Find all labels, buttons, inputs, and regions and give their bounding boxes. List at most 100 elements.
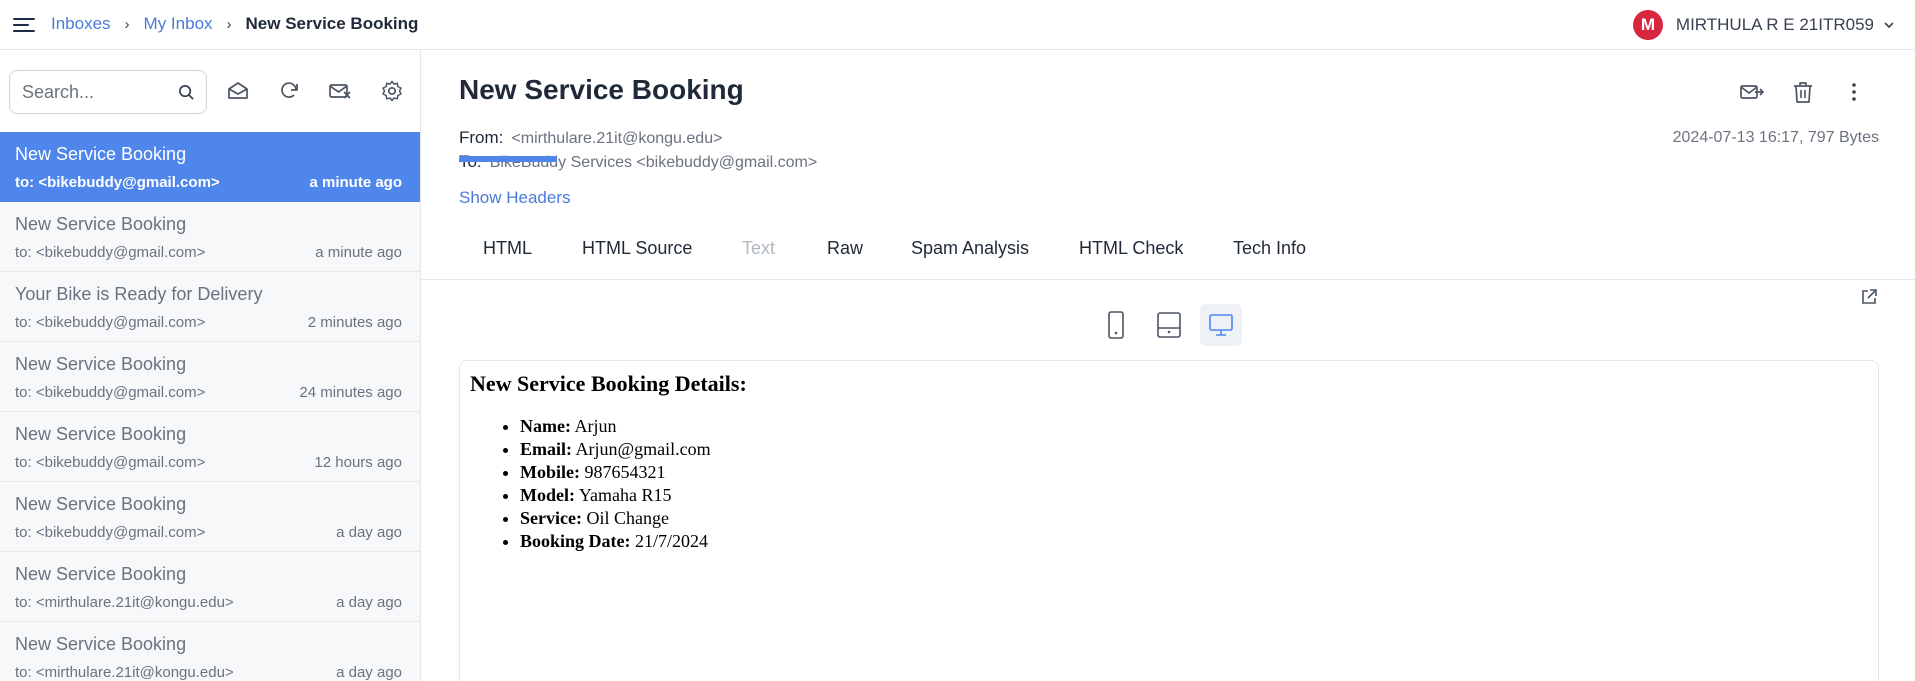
from-row: From: <mirthulare.21it@kongu.edu>	[459, 128, 722, 148]
detail-email: Email: Arjun@gmail.com	[520, 438, 711, 461]
desktop-view-button[interactable]	[1200, 304, 1242, 346]
clear-inbox-icon[interactable]	[328, 79, 352, 103]
message-recipient: to: <mirthulare.21it@kongu.edu>	[15, 664, 234, 681]
detail-label: Email:	[520, 439, 572, 459]
message-item[interactable]: New Service Booking to: <mirthulare.21it…	[0, 622, 420, 681]
from-label: From:	[459, 128, 504, 147]
detail-mobile: Mobile: 987654321	[520, 461, 711, 484]
detail-label: Mobile:	[520, 462, 580, 482]
tab-text: Text	[742, 238, 776, 258]
message-recipient: to: <bikebuddy@gmail.com>	[15, 384, 206, 401]
message-time: a day ago	[336, 524, 402, 541]
message-subject: New Service Booking	[15, 564, 187, 584]
to-row: To:BikeBuddy Services <bikebuddy@gmail.c…	[459, 152, 817, 172]
delete-icon[interactable]	[1790, 79, 1816, 105]
message-time: 12 hours ago	[314, 454, 402, 471]
message-recipient: to: <bikebuddy@gmail.com>	[15, 174, 220, 191]
detail-label: Booking Date:	[520, 531, 631, 551]
tab-tech-info[interactable]: Tech Info	[1233, 238, 1306, 259]
avatar: M	[1632, 10, 1663, 40]
detail-value: 21/7/2024	[635, 531, 709, 551]
message-recipient: to: <mirthulare.21it@kongu.edu>	[15, 594, 234, 611]
tablet-view-button[interactable]	[1148, 304, 1190, 346]
detail-value: Arjun@gmail.com	[575, 439, 711, 459]
user-menu[interactable]: M MIRTHULA R E 21ITR059	[1632, 10, 1895, 40]
detail-value: Oil Change	[586, 508, 669, 528]
message-time: a minute ago	[309, 174, 402, 191]
view-tabs: HTML HTML Source Text Raw Spam Analysis …	[421, 216, 1915, 280]
message-item[interactable]: Your Bike is Ready for Delivery to: <bik…	[0, 272, 420, 342]
refresh-icon[interactable]	[277, 79, 301, 103]
desktop-icon	[1209, 314, 1233, 336]
from-value: <mirthulare.21it@kongu.edu>	[511, 130, 723, 147]
detail-value: 987654321	[584, 462, 666, 482]
settings-icon[interactable]	[380, 79, 404, 103]
message-recipient: to: <bikebuddy@gmail.com>	[15, 454, 206, 471]
message-item[interactable]: New Service Booking to: <mirthulare.21it…	[0, 552, 420, 622]
show-headers-link[interactable]: Show Headers	[459, 188, 571, 208]
mobile-icon	[1108, 311, 1124, 339]
breadcrumb-my-inbox[interactable]: My Inbox	[144, 14, 213, 34]
detail-service: Service: Oil Change	[520, 507, 711, 530]
detail-value: Yamaha R15	[578, 485, 672, 505]
message-subject: New Service Booking	[15, 144, 187, 164]
sidebar-toolbar	[0, 50, 420, 132]
tab-spam-analysis[interactable]: Spam Analysis	[911, 238, 1029, 259]
mark-read-icon[interactable]	[226, 79, 250, 103]
breadcrumb-inboxes[interactable]: Inboxes	[51, 14, 111, 34]
message-time: a day ago	[336, 664, 402, 681]
tab-raw[interactable]: Raw	[827, 238, 863, 259]
booking-details-list: Name: Arjun Email: Arjun@gmail.com Mobil…	[520, 415, 711, 553]
message-time: a day ago	[336, 594, 402, 611]
breadcrumb-current: New Service Booking	[245, 14, 419, 33]
message-time: 2 minutes ago	[307, 314, 402, 331]
top-bar: Inboxes › My Inbox › New Service Booking…	[0, 0, 1915, 50]
detail-label: Service:	[520, 508, 582, 528]
message-subject: New Service Booking	[15, 494, 187, 514]
body-heading: New Service Booking Details:	[470, 371, 747, 396]
breadcrumb-separator-icon: ›	[124, 15, 130, 33]
message-time: a minute ago	[315, 244, 402, 261]
search-box	[9, 70, 207, 114]
message-recipient: to: <bikebuddy@gmail.com>	[15, 244, 206, 261]
message-view: New Service Booking From: <mirthulare.21i…	[421, 50, 1915, 681]
open-external-icon[interactable]	[1860, 288, 1878, 306]
tab-html[interactable]: HTML	[483, 238, 532, 259]
detail-label: Name:	[520, 416, 571, 436]
chevron-down-icon	[1884, 22, 1894, 29]
active-tab-indicator	[459, 156, 557, 162]
detail-label: Model:	[520, 485, 575, 505]
message-date-size: 2024-07-13 16:17, 797 Bytes	[1672, 129, 1879, 146]
message-time: 24 minutes ago	[299, 384, 402, 401]
tablet-icon	[1157, 312, 1181, 338]
menu-icon[interactable]	[13, 16, 35, 34]
search-input[interactable]	[22, 81, 172, 103]
forward-icon[interactable]	[1739, 79, 1765, 105]
message-subject: New Service Booking	[15, 214, 187, 234]
tab-html-source[interactable]: HTML Source	[582, 238, 692, 259]
breadcrumb: Inboxes › My Inbox › New Service Booking	[51, 14, 418, 34]
detail-name: Name: Arjun	[520, 415, 711, 438]
message-title: New Service Booking	[459, 74, 744, 105]
message-subject: New Service Booking	[15, 424, 187, 444]
user-name: MIRTHULA R E 21ITR059	[1675, 15, 1874, 34]
message-sidebar: New Service Booking to: <bikebuddy@gmail…	[0, 50, 421, 681]
message-recipient: to: <bikebuddy@gmail.com>	[15, 524, 206, 541]
tab-html-check[interactable]: HTML Check	[1079, 238, 1183, 259]
message-item[interactable]: New Service Booking to: <bikebuddy@gmail…	[0, 482, 420, 552]
message-subject: New Service Booking	[15, 634, 187, 654]
detail-model: Model: Yamaha R15	[520, 484, 711, 507]
message-subject: Your Bike is Ready for Delivery	[15, 284, 263, 304]
message-item[interactable]: New Service Booking to: <bikebuddy@gmail…	[0, 202, 420, 272]
message-item[interactable]: New Service Booking to: <bikebuddy@gmail…	[0, 412, 420, 482]
message-item[interactable]: New Service Booking to: <bikebuddy@gmail…	[0, 342, 420, 412]
message-recipient: to: <bikebuddy@gmail.com>	[15, 314, 206, 331]
message-item[interactable]: New Service Booking to: <bikebuddy@gmail…	[0, 132, 420, 202]
detail-booking-date: Booking Date: 21/7/2024	[520, 530, 711, 553]
mobile-view-button[interactable]	[1095, 304, 1137, 346]
detail-value: Arjun	[574, 416, 617, 436]
more-icon[interactable]	[1841, 79, 1867, 105]
search-icon[interactable]	[178, 84, 195, 101]
message-subject: New Service Booking	[15, 354, 187, 374]
breadcrumb-separator-icon: ›	[226, 15, 232, 33]
